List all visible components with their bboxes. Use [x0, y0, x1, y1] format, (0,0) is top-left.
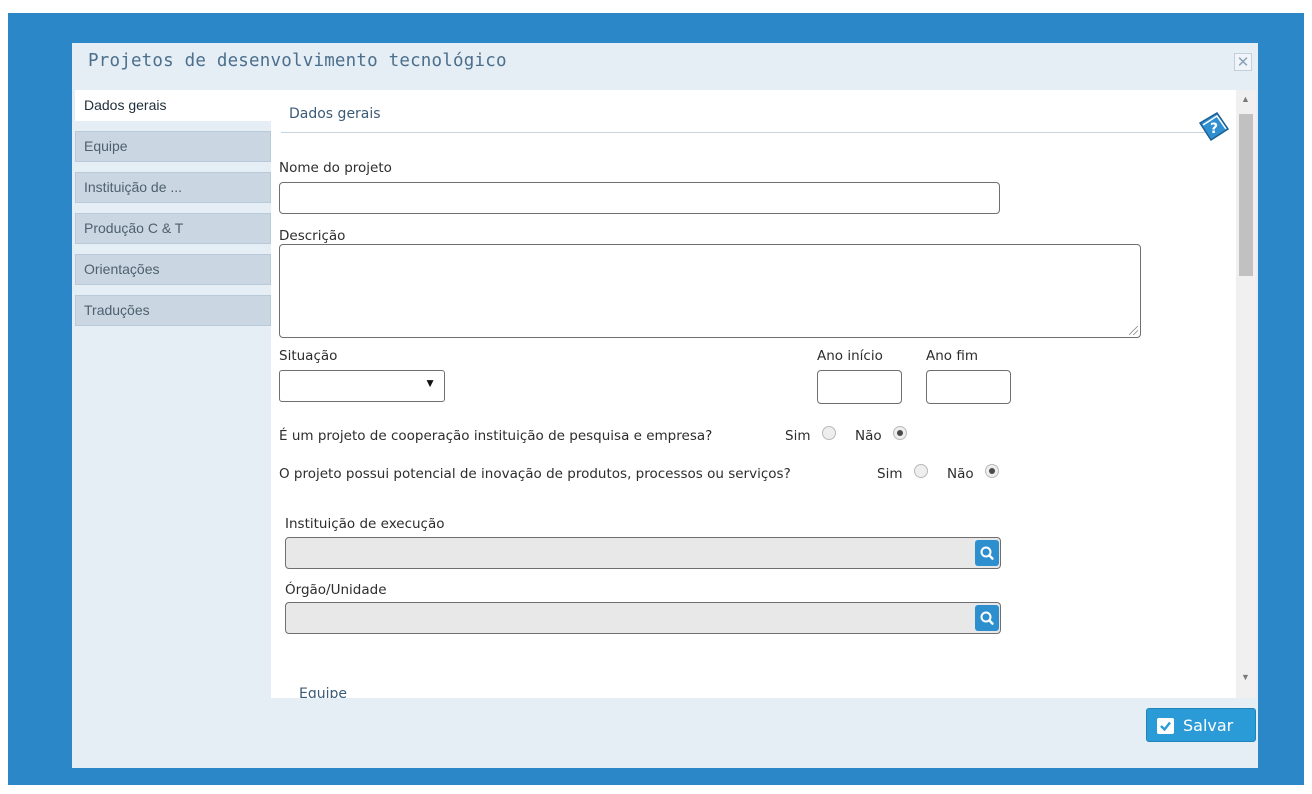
orgao-field[interactable] — [285, 602, 1001, 634]
tab-producao[interactable]: Produção C & T — [75, 213, 271, 244]
search-button[interactable] — [975, 540, 999, 566]
scrollbar[interactable]: ▲ ▼ — [1236, 90, 1256, 698]
section-divider — [281, 132, 1207, 133]
inovacao-sim-radio[interactable] — [914, 464, 928, 478]
screen-border-bottom — [0, 785, 1312, 794]
search-icon — [980, 546, 994, 560]
inovacao-nao-radio[interactable] — [985, 464, 999, 478]
tab-orientacoes[interactable]: Orientações — [75, 254, 271, 285]
ano-inicio-label: Ano início — [817, 348, 883, 364]
resize-grip-icon[interactable] — [1129, 326, 1138, 335]
screen-border-top — [0, 0, 1312, 13]
section-title: Dados gerais — [289, 106, 381, 122]
search-button[interactable] — [975, 605, 999, 631]
search-icon — [980, 611, 994, 625]
save-button[interactable]: Salvar — [1146, 708, 1256, 742]
dialog-title: Projetos de desenvolvimento tecnológico — [88, 51, 507, 71]
tab-instituicao[interactable]: Instituição de ... — [75, 172, 271, 203]
inovacao-sim-label: Sim — [877, 466, 903, 482]
ano-fim-label: Ano fim — [926, 348, 978, 364]
cooperacao-nao-label: Não — [855, 428, 882, 444]
inovacao-question: O projeto possui potencial de inovação d… — [279, 466, 791, 482]
nome-input[interactable] — [279, 182, 1000, 214]
screen-border-left — [0, 0, 8, 794]
equipe-section-title: Equipe — [299, 686, 347, 698]
cooperacao-question: É um projeto de cooperação instituição d… — [279, 428, 713, 444]
situacao-label: Situação — [279, 348, 338, 364]
scroll-down-icon[interactable]: ▼ — [1241, 672, 1250, 682]
inovacao-nao-label: Não — [947, 466, 974, 482]
cooperacao-sim-label: Sim — [785, 428, 811, 444]
ano-inicio-input[interactable] — [817, 370, 902, 404]
scroll-thumb[interactable] — [1239, 114, 1253, 276]
tab-list: Dados gerais Equipe Instituição de ... P… — [75, 90, 272, 336]
cooperacao-sim-radio[interactable] — [822, 426, 836, 440]
ano-fim-input[interactable] — [926, 370, 1011, 404]
tab-traducoes[interactable]: Traduções — [75, 295, 271, 326]
descricao-label: Descrição — [279, 228, 346, 244]
nome-label: Nome do projeto — [279, 160, 392, 176]
form-panel: Dados gerais ? Nome do projeto Descrição… — [271, 90, 1236, 698]
help-book-icon[interactable]: ? — [1197, 109, 1231, 143]
check-icon — [1157, 718, 1174, 734]
tab-equipe[interactable]: Equipe — [75, 131, 271, 162]
situacao-select[interactable]: ▼ — [279, 370, 445, 402]
instituicao-field[interactable] — [285, 537, 1001, 569]
descricao-textarea[interactable] — [279, 244, 1141, 338]
orgao-label: Órgão/Unidade — [285, 582, 387, 598]
svg-text:?: ? — [1210, 121, 1218, 137]
scroll-up-icon[interactable]: ▲ — [1241, 94, 1250, 104]
screen-border-right — [1304, 0, 1312, 794]
chevron-down-icon: ▼ — [424, 376, 436, 390]
tab-dados-gerais[interactable]: Dados gerais — [75, 90, 272, 121]
cooperacao-nao-radio[interactable] — [893, 426, 907, 440]
save-label: Salvar — [1183, 716, 1234, 735]
project-dialog: Projetos de desenvolvimento tecnológico … — [72, 43, 1258, 768]
close-icon[interactable]: ✕ — [1234, 53, 1252, 71]
instituicao-label: Instituição de execução — [285, 516, 445, 532]
